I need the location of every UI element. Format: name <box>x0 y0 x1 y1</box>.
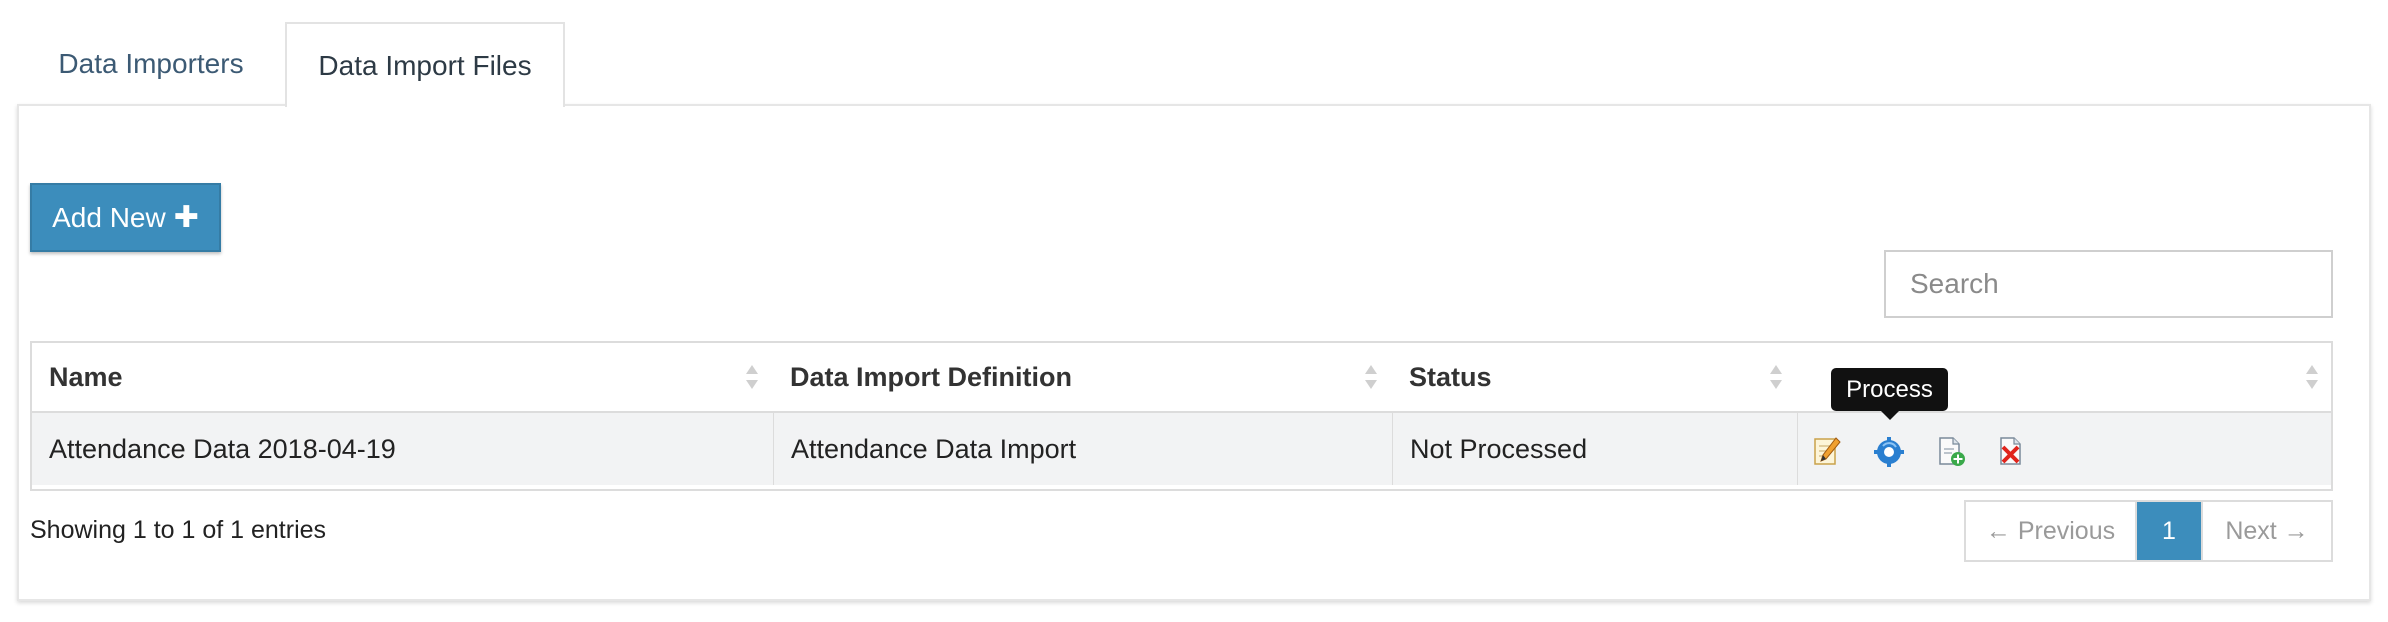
content-panel: Add New ✚ Name Data Import Definition St… <box>17 104 2371 601</box>
previous-page-button[interactable]: ← Previous <box>1966 502 2137 560</box>
search-input[interactable] <box>1884 250 2333 318</box>
pagination: ← Previous 1 Next → <box>1964 500 2333 562</box>
table-header: Name Data Import Definition Status <box>32 343 2331 413</box>
process-icon[interactable] <box>1874 435 1904 467</box>
sort-icon <box>1770 365 1782 389</box>
sort-icon <box>746 365 758 389</box>
tab-data-importers[interactable]: Data Importers <box>17 22 285 106</box>
cell-status: Not Processed <box>1392 413 1797 485</box>
add-new-button[interactable]: Add New ✚ <box>30 183 221 252</box>
sort-icon <box>2306 365 2318 389</box>
column-header-status[interactable]: Status <box>1392 343 1797 411</box>
delete-icon[interactable] <box>1996 435 2026 467</box>
cell-name: Attendance Data 2018-04-19 <box>49 433 396 464</box>
plus-icon: ✚ <box>173 200 199 234</box>
edit-icon[interactable] <box>1812 435 1842 467</box>
cell-actions <box>1797 413 2333 485</box>
cell-definition: Attendance Data Import <box>773 413 1392 485</box>
entries-info: Showing 1 to 1 of 1 entries <box>30 516 327 544</box>
next-page-button[interactable]: Next → <box>2201 502 2331 560</box>
page-1-button[interactable]: 1 <box>2137 502 2201 560</box>
add-file-icon[interactable] <box>1936 435 1966 467</box>
sort-icon <box>1365 365 1377 389</box>
tab-bar: Data Importers Data Import Files <box>17 22 2371 107</box>
column-header-name[interactable]: Name <box>32 343 773 411</box>
process-tooltip: Process <box>1831 368 1948 420</box>
table-row: Attendance Data 2018-04-19 Attendance Da… <box>32 413 2331 485</box>
tab-data-import-files[interactable]: Data Import Files <box>285 22 565 107</box>
column-header-definition[interactable]: Data Import Definition <box>773 343 1392 411</box>
add-new-label: Add New <box>52 201 166 233</box>
data-import-page: Data Importers Data Import Files Add New… <box>0 0 2388 622</box>
data-import-files-table: Name Data Import Definition Status Atten… <box>30 341 2333 491</box>
